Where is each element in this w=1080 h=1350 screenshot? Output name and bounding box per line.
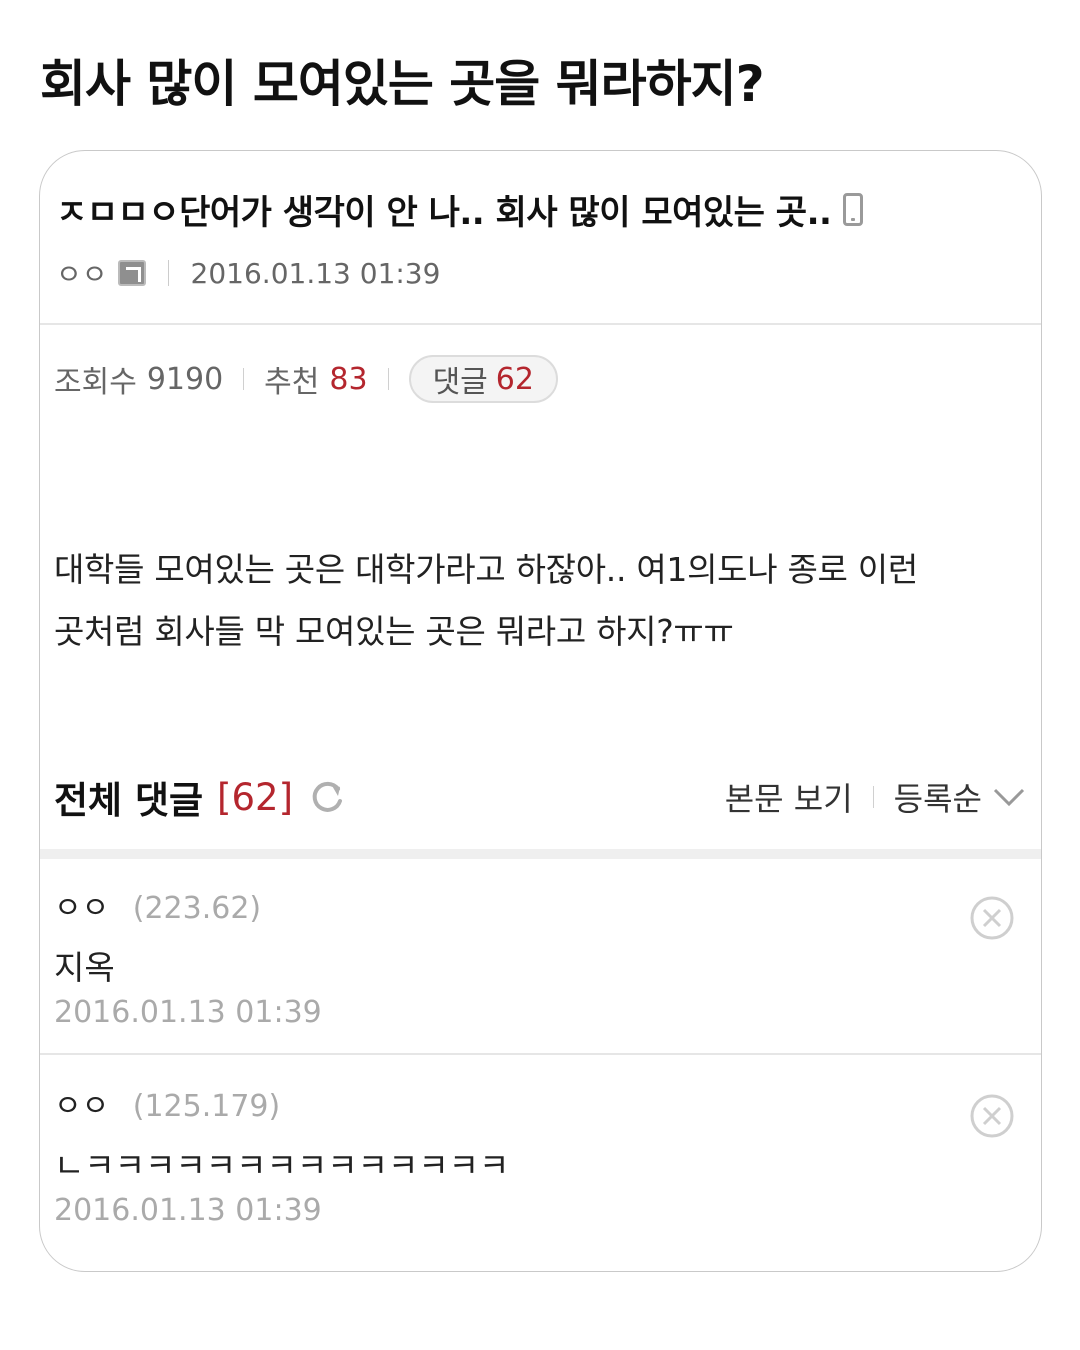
sort-dropdown[interactable]: 등록순: [894, 774, 982, 820]
refresh-icon[interactable]: [307, 777, 347, 817]
comments-button-label: 댓글: [432, 365, 488, 400]
meta-divider: [167, 260, 169, 286]
post-body: 대학들 모여있는 곳은 대학가라고 하잖아.. 여1의도나 종로 이런 곳처럼 …: [54, 539, 1024, 663]
comment-date: 2016.01.13 01:39: [54, 1193, 322, 1228]
view-body-link[interactable]: 본문 보기: [725, 774, 853, 820]
chevron-down-icon[interactable]: [992, 786, 1026, 808]
comments-title: 전체 댓글: [54, 779, 204, 822]
post-title-row: ㅈㅁㅁㅇ단어가 생각이 안 나.. 회사 많이 모여있는 곳..: [56, 185, 864, 234]
comment-text: 지옥: [54, 948, 115, 987]
delete-icon[interactable]: [969, 1093, 1015, 1139]
post-header: ㅈㅁㅁㅇ단어가 생각이 안 나.. 회사 많이 모여있는 곳.. ㅇㅇ 2016…: [40, 151, 1041, 325]
comments-button[interactable]: 댓글 62: [408, 355, 558, 403]
post-card: ㅈㅁㅁㅇ단어가 생각이 안 나.. 회사 많이 모여있는 곳.. ㅇㅇ 2016…: [39, 150, 1042, 1272]
post-stats: 조회수 9190 추천 83 댓글 62: [54, 355, 558, 403]
comment-author[interactable]: ㅇㅇ: [54, 1089, 109, 1124]
post-meta: ㅇㅇ 2016.01.13 01:39: [56, 253, 440, 293]
comments-button-count: 62: [495, 361, 534, 397]
section-divider: [40, 849, 1041, 859]
likes-count: 83: [329, 361, 368, 397]
comment-text: ㄴㅋㅋㅋㅋㅋㅋㅋㅋㅋㅋㅋㅋㅋㅋ: [54, 1146, 510, 1185]
comment-ip: (223.62): [132, 891, 262, 926]
comment-author[interactable]: ㅇㅇ: [54, 891, 109, 926]
comment-author-row: ㅇㅇ (223.62): [54, 883, 261, 927]
stats-divider: [387, 368, 389, 390]
actions-divider: [872, 786, 874, 808]
comments-actions: 본문 보기 등록순: [725, 774, 1026, 820]
comment-item: ㅇㅇ (223.62) 지옥 2016.01.13 01:39: [40, 859, 1041, 1055]
comments-count: [62]: [217, 775, 293, 819]
post-title: ㅈㅁㅁㅇ단어가 생각이 안 나.. 회사 많이 모여있는 곳..: [56, 193, 832, 233]
views-count: 9190: [146, 361, 224, 397]
post-author[interactable]: ㅇㅇ: [56, 253, 108, 293]
post-body-line: 곳처럼 회사들 막 모여있는 곳은 뭐라고 하지?ㅠㅠ: [54, 612, 734, 651]
likes-label: 추천: [264, 365, 320, 400]
views-label: 조회수: [54, 365, 137, 400]
level-icon: [117, 260, 146, 286]
comment-date: 2016.01.13 01:39: [54, 995, 322, 1030]
comment-author-row: ㅇㅇ (125.179): [54, 1081, 280, 1125]
phone-icon: [843, 193, 864, 226]
comments-header: 전체 댓글 [62] 본문 보기 등록순: [54, 769, 1026, 825]
stats-divider: [243, 368, 245, 390]
delete-icon[interactable]: [969, 895, 1015, 941]
comment-ip: (125.179): [132, 1089, 281, 1124]
post-body-line: 대학들 모여있는 곳은 대학가라고 하잖아.. 여1의도나 종로 이런: [54, 550, 918, 589]
comment-item: ㅇㅇ (125.179) ㄴㅋㅋㅋㅋㅋㅋㅋㅋㅋㅋㅋㅋㅋㅋ 2016.01.13 …: [40, 1057, 1041, 1253]
post-date: 2016.01.13 01:39: [190, 256, 441, 290]
page-heading: 회사 많이 모여있는 곳을 뭐라하지?: [40, 55, 765, 113]
